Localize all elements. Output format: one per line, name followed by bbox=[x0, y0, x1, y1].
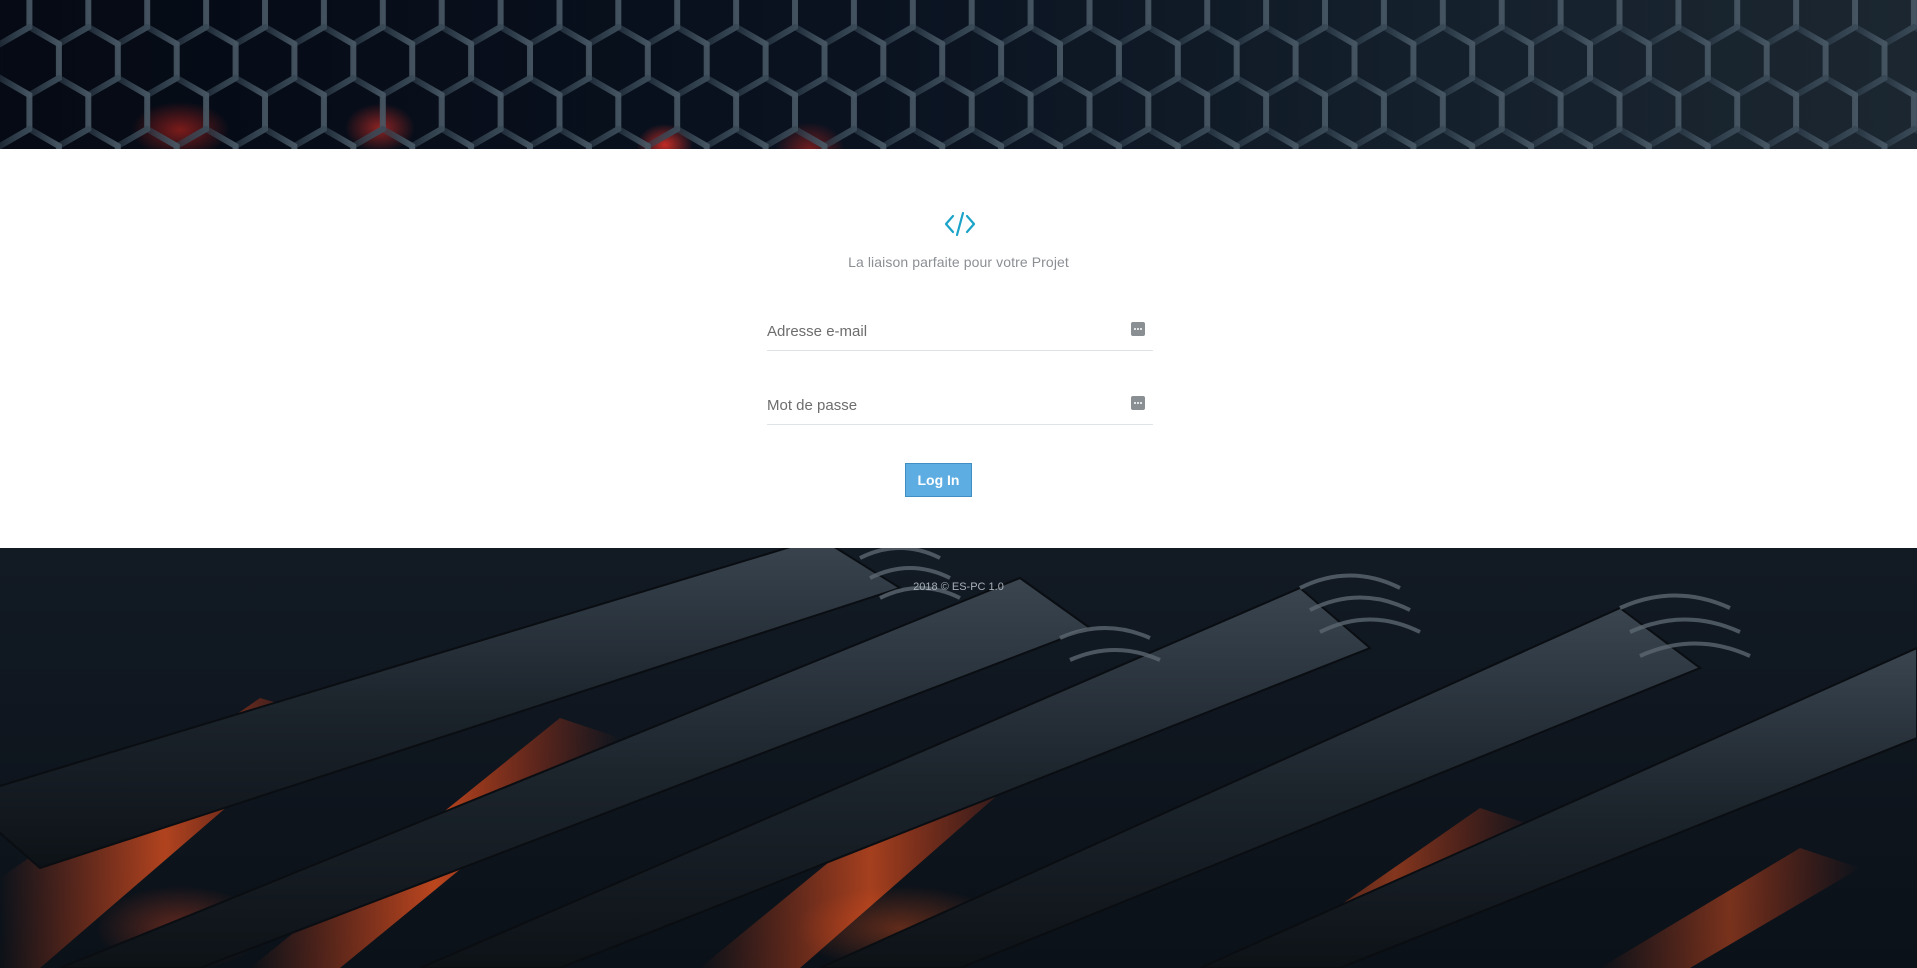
hexagon-shape bbox=[1763, 125, 1829, 149]
hexagon-shape bbox=[703, 125, 769, 149]
hexagon-shape bbox=[1704, 125, 1770, 149]
hexagon-shape bbox=[438, 0, 504, 48]
hexagon-shape bbox=[1204, 0, 1270, 48]
password-manager-icon[interactable] bbox=[1131, 396, 1145, 410]
header-background-image bbox=[0, 0, 1917, 149]
hexagon-shape bbox=[1322, 0, 1387, 48]
password-manager-icon[interactable] bbox=[1131, 322, 1145, 336]
hexagon-shape bbox=[1380, 0, 1446, 48]
hexagon-shape bbox=[1528, 125, 1593, 149]
hexagon-shape bbox=[850, 0, 916, 48]
hexagon-shape bbox=[497, 0, 563, 48]
hexagon-shape bbox=[998, 125, 1063, 149]
hexagon-shape bbox=[114, 125, 180, 149]
hexagon-shape bbox=[85, 0, 151, 48]
hexagon-shape bbox=[821, 125, 887, 149]
hexagon-shape bbox=[527, 125, 592, 149]
hexagon-shape bbox=[1233, 125, 1299, 149]
hexagon-shape bbox=[733, 0, 798, 48]
hexagon-shape bbox=[1793, 0, 1858, 48]
code-brackets-icon bbox=[944, 211, 976, 237]
hexagon-shape bbox=[409, 125, 475, 149]
hexagon-shape bbox=[262, 0, 327, 48]
hexagon-shape bbox=[1616, 0, 1682, 48]
hexagon-shape bbox=[1027, 0, 1093, 48]
hexagon-shape bbox=[762, 125, 828, 149]
email-field-container bbox=[767, 310, 1153, 351]
hexagon-shape bbox=[26, 0, 92, 48]
hexagon-shape bbox=[1174, 125, 1240, 149]
hexagon-shape bbox=[674, 0, 740, 48]
login-button[interactable]: Log In bbox=[905, 463, 972, 497]
hexagon-shape bbox=[1587, 125, 1652, 149]
hexagon-shape bbox=[792, 0, 857, 48]
hexagon-shape bbox=[1439, 0, 1505, 48]
hexagon-shape bbox=[1675, 0, 1741, 48]
hexagon-shape bbox=[909, 0, 975, 48]
footer-background-image bbox=[0, 548, 1917, 968]
hexagon-pattern bbox=[0, 0, 1917, 149]
hexagon-shape bbox=[1822, 125, 1888, 149]
tagline: La liaison parfaite pour votre Projet bbox=[848, 254, 1069, 270]
hexagon-shape bbox=[585, 125, 651, 149]
password-field-container bbox=[767, 384, 1153, 425]
hexagon-shape bbox=[1115, 125, 1181, 149]
hexagon-shape bbox=[468, 125, 533, 149]
password-field[interactable] bbox=[767, 392, 1117, 418]
hexagon-shape bbox=[615, 0, 681, 48]
hexagon-shape bbox=[1410, 125, 1476, 149]
hexagon-shape bbox=[1057, 125, 1122, 149]
hexagon-shape bbox=[350, 125, 416, 149]
hexagon-shape bbox=[1292, 125, 1358, 149]
hexagon-shape bbox=[291, 125, 357, 149]
hexagon-shape bbox=[203, 0, 268, 48]
hexagon-shape bbox=[320, 0, 386, 48]
hexagon-shape bbox=[1263, 0, 1328, 48]
hexagon-shape bbox=[1645, 125, 1711, 149]
hexagon-shape bbox=[968, 0, 1034, 48]
email-field[interactable] bbox=[767, 318, 1117, 344]
hexagon-shape bbox=[556, 0, 622, 48]
hexagon-shape bbox=[144, 0, 210, 48]
hexagon-shape bbox=[232, 125, 298, 149]
copyright-text: 2018 © ES-PC 1.0 bbox=[913, 581, 1004, 593]
hexagon-shape bbox=[1145, 0, 1211, 48]
hexagon-shape bbox=[644, 125, 710, 149]
hexagon-shape bbox=[1469, 125, 1535, 149]
hexagon-shape bbox=[55, 125, 121, 149]
hexagon-shape bbox=[173, 125, 239, 149]
hexagon-shape bbox=[1086, 0, 1152, 48]
hexagon-shape bbox=[1557, 0, 1623, 48]
hexagon-shape bbox=[379, 0, 445, 48]
hexagon-shape bbox=[1852, 0, 1917, 48]
hexagon-shape bbox=[880, 125, 946, 149]
hexagon-shape bbox=[1734, 0, 1800, 48]
hexagon-shape bbox=[1498, 0, 1564, 48]
hexagon-shape bbox=[1351, 125, 1417, 149]
hexagon-shape bbox=[939, 125, 1005, 149]
hexagon-shape bbox=[0, 125, 62, 149]
hexagon-shape bbox=[1881, 125, 1917, 149]
network-cables-illustration bbox=[0, 548, 1917, 968]
